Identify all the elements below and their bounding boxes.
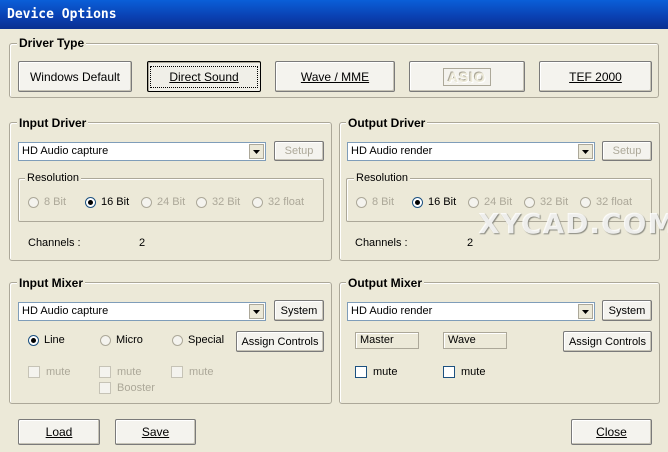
driver-type-label: Driver Type: [17, 36, 87, 50]
special-mute-checkbox[interactable]: mute: [171, 366, 213, 378]
master-channel-label: Master: [355, 332, 419, 349]
windows-default-button[interactable]: Windows Default: [18, 61, 132, 92]
watermark: XYCAD.COM: [478, 207, 668, 240]
load-button[interactable]: Load: [18, 419, 100, 445]
master-mute-checkbox[interactable]: mute: [355, 366, 397, 378]
output-resolution-label: Resolution: [354, 172, 410, 184]
output-mixer-select[interactable]: HD Audio render: [347, 302, 595, 321]
input-system-button[interactable]: System: [274, 300, 324, 321]
direct-sound-button[interactable]: Direct Sound: [147, 61, 261, 92]
chevron-down-icon[interactable]: [249, 144, 264, 159]
input-mixer-select[interactable]: HD Audio capture: [18, 302, 266, 321]
chevron-down-icon[interactable]: [578, 144, 593, 159]
tef-2000-button[interactable]: TEF 2000: [539, 61, 652, 92]
input-driver-label: Input Driver: [17, 116, 89, 130]
input-res-24bit-radio[interactable]: 24 Bit: [141, 196, 185, 208]
asio-button[interactable]: ASIO: [409, 61, 525, 92]
input-channels-label: Channels :: [28, 237, 81, 249]
output-mixer-label: Output Mixer: [346, 276, 424, 290]
asio-logo: ASIO: [442, 67, 492, 86]
micro-booster-checkbox[interactable]: Booster: [99, 382, 155, 394]
input-mixer-label: Input Mixer: [17, 276, 86, 290]
input-assign-controls-button[interactable]: Assign Controls: [236, 331, 324, 352]
chevron-down-icon[interactable]: [578, 304, 593, 319]
input-channels-value: 2: [139, 237, 146, 249]
input-res-32bit-radio[interactable]: 32 Bit: [196, 196, 240, 208]
source-micro-radio[interactable]: Micro: [100, 334, 143, 346]
output-channels-label: Channels :: [355, 237, 408, 249]
title-bar[interactable]: Device Options: [0, 0, 668, 29]
save-button[interactable]: Save: [115, 419, 196, 445]
input-setup-button[interactable]: Setup: [274, 141, 324, 161]
input-driver-select[interactable]: HD Audio capture: [18, 142, 266, 161]
output-assign-controls-button[interactable]: Assign Controls: [563, 331, 652, 352]
wave-channel-label: Wave: [443, 332, 507, 349]
output-system-button[interactable]: System: [602, 300, 652, 321]
output-res-16bit-radio[interactable]: 16 Bit: [412, 196, 456, 208]
input-res-8bit-radio[interactable]: 8 Bit: [28, 196, 66, 208]
close-button[interactable]: Close: [571, 419, 652, 445]
source-line-radio[interactable]: Line: [28, 334, 65, 346]
input-resolution-label: Resolution: [25, 172, 81, 184]
output-driver-select[interactable]: HD Audio render: [347, 142, 595, 161]
input-res-16bit-radio[interactable]: 16 Bit: [85, 196, 129, 208]
output-res-8bit-radio[interactable]: 8 Bit: [356, 196, 394, 208]
window-title: Device Options: [7, 7, 117, 22]
source-special-radio[interactable]: Special: [172, 334, 224, 346]
output-setup-button[interactable]: Setup: [602, 141, 652, 161]
input-res-32float-radio[interactable]: 32 float: [252, 196, 304, 208]
chevron-down-icon[interactable]: [249, 304, 264, 319]
output-driver-label: Output Driver: [346, 116, 428, 130]
line-mute-checkbox[interactable]: mute: [28, 366, 70, 378]
output-channels-value: 2: [467, 237, 474, 249]
wave-mute-checkbox[interactable]: mute: [443, 366, 485, 378]
micro-mute-checkbox[interactable]: mute: [99, 366, 141, 378]
wave-mme-button[interactable]: Wave / MME: [275, 61, 395, 92]
